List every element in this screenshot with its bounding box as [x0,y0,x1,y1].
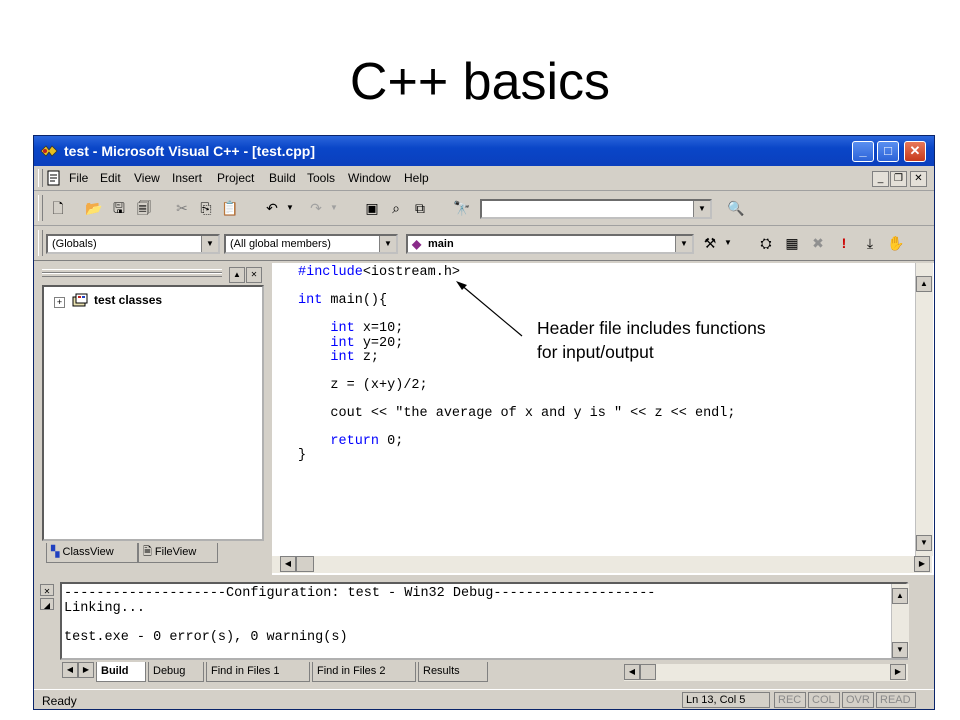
annotation-line-1: Header file includes functions [537,318,766,338]
annotation-text: Header file includes functions for input… [537,316,766,364]
annotation-arrow [456,281,523,337]
annotation-line-2: for input/output [537,342,654,362]
